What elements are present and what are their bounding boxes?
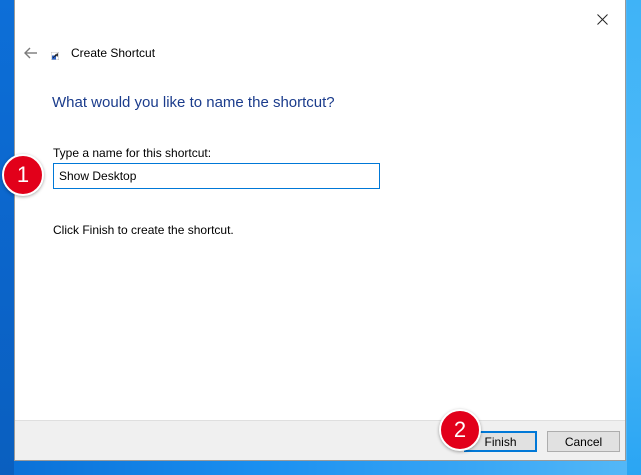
back-arrow-icon [24,47,37,59]
desktop-background-right [627,0,641,475]
shortcut-name-input[interactable] [53,163,380,189]
step-marker-2: 2 [439,409,481,451]
shortcut-name-label: Type a name for this shortcut: [53,146,212,160]
close-icon [596,13,608,25]
cancel-button[interactable]: Cancel [547,431,620,452]
dialog-footer: Finish Cancel [15,420,625,460]
desktop-background-left [0,0,14,475]
window-title: Create Shortcut [71,46,156,60]
step-marker-1: 1 [2,154,44,196]
back-button[interactable] [21,43,41,63]
finish-hint: Click Finish to create the shortcut. [53,223,234,237]
close-button[interactable] [579,0,625,38]
page-heading: What would you like to name the shortcut… [52,94,335,111]
create-shortcut-dialog: Create Shortcut What would you like to n… [14,0,626,461]
shortcut-icon [51,52,59,60]
